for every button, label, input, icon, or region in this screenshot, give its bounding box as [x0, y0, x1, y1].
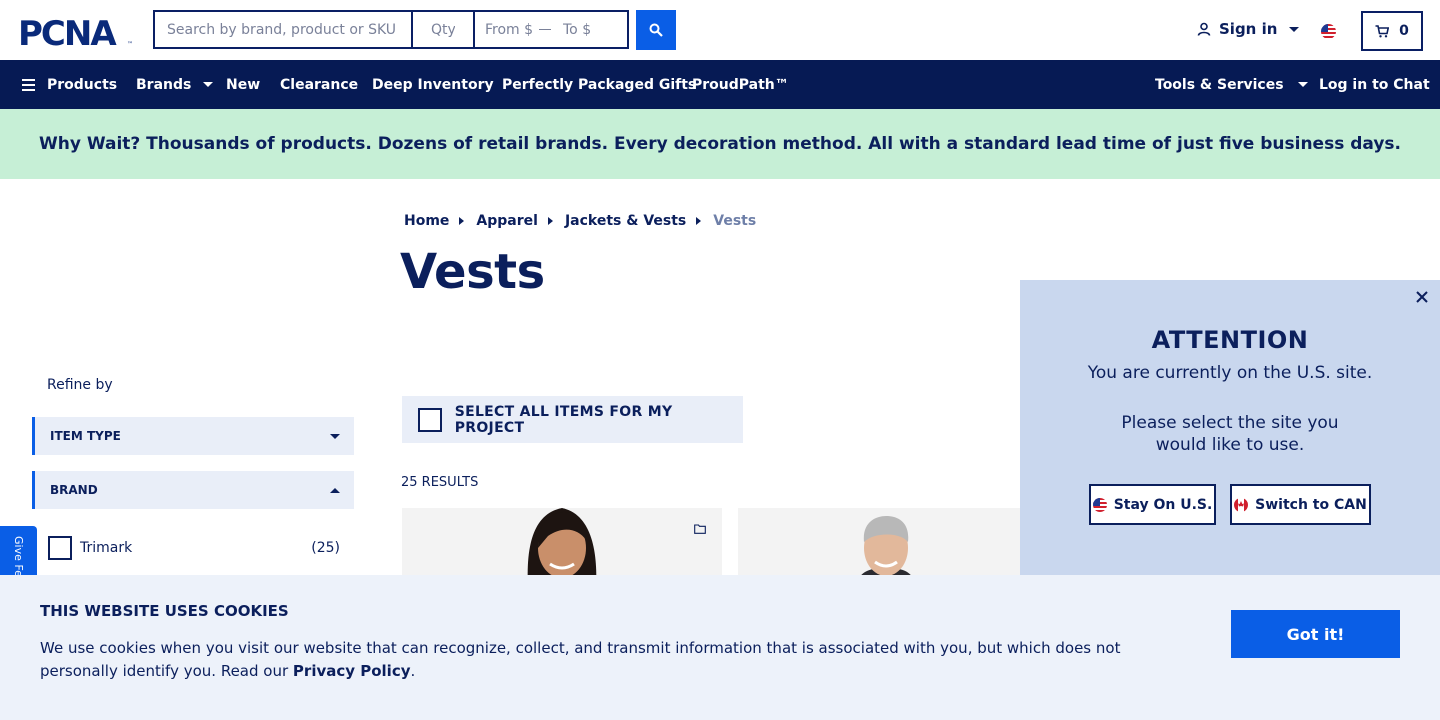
canada-flag-icon	[1234, 497, 1249, 512]
popup-instruction-text: Please select the site you would like to…	[1121, 413, 1339, 455]
facet-label: BRAND	[50, 483, 98, 497]
refine-by-label: Refine by	[47, 377, 113, 393]
nav-item-products[interactable]: Products	[22, 60, 117, 109]
select-all-label: SELECT ALL ITEMS FOR MY PROJECT	[454, 403, 673, 436]
chevron-down-icon	[1297, 82, 1308, 87]
privacy-policy-link[interactable]: Privacy Policy	[293, 662, 411, 680]
stay-on-us-label: Stay On U.S.	[1113, 496, 1213, 513]
site-selector-popup: ATTENTION You are currently on the U.S. …	[1020, 280, 1440, 580]
nav-item-label: Tools & Services	[1155, 76, 1284, 93]
nav-item-deep-inventory[interactable]: Deep Inventory	[372, 60, 494, 109]
nav-item-clearance[interactable]: Clearance	[280, 60, 358, 109]
nav-item-perfectly-packaged-gifts[interactable]: Perfectly Packaged Gifts	[502, 60, 696, 109]
price-from-input[interactable]	[485, 21, 539, 38]
nav-item-label: Clearance	[280, 76, 359, 93]
popup-title: ATTENTION	[1151, 326, 1309, 354]
signin-label: Sign in	[1219, 20, 1278, 38]
nav-item-brands[interactable]: Brands	[136, 60, 214, 109]
price-range	[473, 10, 629, 49]
chevron-down-icon	[330, 433, 340, 439]
breadcrumb-arrow-icon	[696, 217, 702, 225]
pcna-logo[interactable]: PCNA ™	[18, 14, 136, 48]
results-count: 25 RESULTS	[401, 475, 479, 490]
breadcrumb-jackets-vests[interactable]: Jackets & Vests	[565, 213, 686, 229]
hamburger-icon	[22, 78, 35, 91]
switch-to-can-button[interactable]: Switch to CAN	[1230, 484, 1371, 525]
svg-text:PCNA: PCNA	[18, 14, 117, 48]
cookie-body: We use cookies when you visit our websit…	[40, 639, 1121, 680]
nav-item-label: Log in to Chat	[1319, 76, 1430, 93]
nav-item-new[interactable]: New	[226, 60, 260, 109]
cart-count: 0	[1399, 23, 1409, 39]
got-it-button[interactable]: Got it!	[1231, 610, 1400, 658]
nav-item-chat-login[interactable]: Log in to Chat	[1319, 60, 1430, 109]
qty-input[interactable]	[411, 10, 473, 49]
user-icon	[1197, 22, 1211, 36]
search-bar	[153, 10, 629, 49]
search-icon	[649, 23, 663, 37]
chevron-down-icon	[203, 82, 214, 87]
breadcrumb-arrow-icon	[459, 217, 465, 225]
brand-option-trimark: Trimark (25)	[48, 536, 340, 560]
us-flag-icon	[1092, 497, 1107, 512]
nav-item-label: New	[226, 76, 261, 93]
facet-label: ITEM TYPE	[50, 429, 121, 443]
promo-banner[interactable]: Why Wait? Thousands of products. Dozens …	[0, 109, 1440, 179]
breadcrumb-home[interactable]: Home	[404, 213, 449, 229]
nav-item-label: Deep Inventory	[372, 76, 494, 93]
cart-button[interactable]: 0	[1361, 11, 1423, 51]
select-all-checkbox[interactable]	[418, 407, 442, 432]
breadcrumb-current: Vests	[713, 213, 757, 229]
cookie-period: .	[410, 662, 416, 680]
popup-current-site-text: You are currently on the U.S. site.	[1087, 363, 1373, 383]
close-icon[interactable]	[1415, 290, 1429, 304]
main-nav: Products Brands New Clearance Deep Inven…	[0, 60, 1440, 109]
chevron-down-icon	[1289, 26, 1300, 32]
price-to-input[interactable]	[563, 21, 617, 38]
cart-icon	[1375, 24, 1390, 37]
brand-option-label: Trimark	[80, 540, 133, 556]
save-to-project-icon[interactable]	[694, 524, 706, 534]
search-button[interactable]	[636, 10, 676, 50]
brand-option-count: (25)	[311, 540, 340, 556]
price-range-dash	[539, 29, 551, 30]
nav-item-label: ProudPath™	[692, 76, 789, 93]
cookie-banner: THIS WEBSITE USES COOKIES We use cookies…	[0, 575, 1440, 720]
brand-checkbox[interactable]	[48, 536, 72, 560]
us-flag-icon[interactable]	[1321, 24, 1336, 39]
pcna-logo-mark: PCNA ™	[18, 14, 133, 48]
nav-item-label: Brands	[136, 76, 192, 93]
nav-item-label: Perfectly Packaged Gifts	[502, 76, 697, 93]
chevron-up-icon	[330, 487, 340, 493]
page-title: Vests	[400, 244, 545, 300]
stay-on-us-button[interactable]: Stay On U.S.	[1089, 484, 1216, 525]
select-all-button[interactable]: SELECT ALL ITEMS FOR MY PROJECT	[402, 396, 743, 443]
nav-item-proudpath[interactable]: ProudPath™	[692, 60, 789, 109]
switch-to-can-label: Switch to CAN	[1255, 496, 1367, 513]
nav-item-label: Products	[47, 76, 118, 93]
nav-item-tools-services[interactable]: Tools & Services	[1155, 60, 1308, 109]
cookie-title: THIS WEBSITE USES COOKIES	[40, 602, 289, 620]
site-header: PCNA ™ Sign in	[0, 0, 1440, 60]
svg-text:™: ™	[127, 41, 133, 48]
breadcrumb-apparel[interactable]: Apparel	[476, 213, 538, 229]
facet-item-type[interactable]: ITEM TYPE	[32, 417, 354, 455]
breadcrumb-arrow-icon	[547, 217, 553, 225]
promo-banner-text: Why Wait? Thousands of products. Dozens …	[38, 134, 1402, 154]
breadcrumb: Home Apparel Jackets & Vests Vests	[404, 213, 756, 229]
facet-brand[interactable]: BRAND	[32, 471, 354, 509]
search-input[interactable]	[153, 10, 411, 49]
cookie-text: We use cookies when you visit our websit…	[40, 637, 1130, 683]
signin-menu[interactable]: Sign in	[1197, 20, 1300, 38]
